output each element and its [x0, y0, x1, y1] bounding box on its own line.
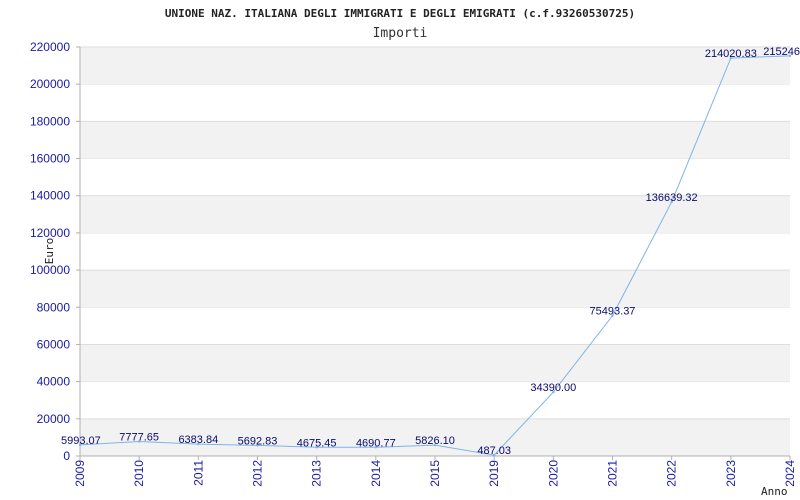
x-tick-label: 2022 — [665, 460, 679, 487]
grid-band — [80, 270, 790, 308]
data-label: 6383.84 — [178, 434, 218, 446]
x-tick-label: 2014 — [369, 460, 383, 487]
x-tick-label: 2024 — [783, 460, 797, 487]
x-axis-title: Anno — [761, 485, 788, 498]
y-axis-title: Euro — [43, 238, 56, 265]
y-tick-label: 80000 — [37, 300, 71, 314]
data-label: 7777.65 — [119, 432, 159, 444]
x-tick-label: 2023 — [724, 460, 738, 487]
data-label: 4690.77 — [356, 437, 396, 449]
y-tick-label: 180000 — [30, 114, 70, 128]
y-tick-label: 20000 — [37, 412, 71, 426]
data-label: 215246 — [763, 46, 800, 58]
axes — [79, 47, 790, 457]
data-label: 136639.32 — [646, 192, 698, 204]
chart-subtitle: Importi — [373, 26, 428, 41]
x-tick-label: 2021 — [606, 460, 620, 487]
data-label: 5826.10 — [415, 435, 455, 447]
chart-title: UNIONE NAZ. ITALIANA DEGLI IMMIGRATI E D… — [165, 7, 635, 20]
data-label: 5993.07 — [61, 435, 101, 447]
x-tick-label: 2015 — [428, 460, 442, 487]
y-tick-label: 200000 — [30, 77, 70, 91]
data-label: 487.03 — [477, 445, 511, 457]
data-label: 5692.83 — [238, 435, 278, 447]
data-points — [78, 54, 792, 457]
chart: UNIONE NAZ. ITALIANA DEGLI IMMIGRATI E D… — [30, 7, 800, 498]
x-tick-label: 2012 — [251, 460, 265, 487]
x-tick-label: 2019 — [487, 460, 501, 487]
x-tick-label: 2010 — [132, 460, 146, 487]
data-label: 214020.83 — [705, 48, 757, 60]
x-axis-ticks: 2009 2010 2011 2012 2013 2014 2015 2019 2020 2021… — [73, 456, 797, 487]
y-tick-label: 60000 — [37, 337, 71, 351]
x-tick-label: 2013 — [310, 460, 324, 487]
data-labels: 5993.07 7777.65 6383.84 5692.83 4675.45 4690.… — [61, 46, 800, 457]
x-tick-label: 2011 — [191, 460, 205, 486]
y-tick-label: 160000 — [30, 152, 70, 166]
data-label: 75493.37 — [590, 306, 636, 318]
y-tick-label: 40000 — [37, 375, 71, 389]
y-tick-label: 220000 — [30, 40, 70, 54]
data-label: 34390.00 — [530, 382, 576, 394]
grid-bands — [80, 46, 790, 456]
data-label: 4675.45 — [297, 437, 337, 449]
y-tick-label: 0 — [63, 449, 70, 463]
grid-band — [80, 47, 790, 85]
x-tick-label: 2009 — [73, 460, 87, 487]
grid-band — [80, 121, 790, 159]
x-tick-label: 2020 — [546, 460, 560, 487]
y-tick-label: 140000 — [30, 189, 70, 203]
series-line — [79, 55, 791, 456]
grid-band — [80, 344, 790, 382]
